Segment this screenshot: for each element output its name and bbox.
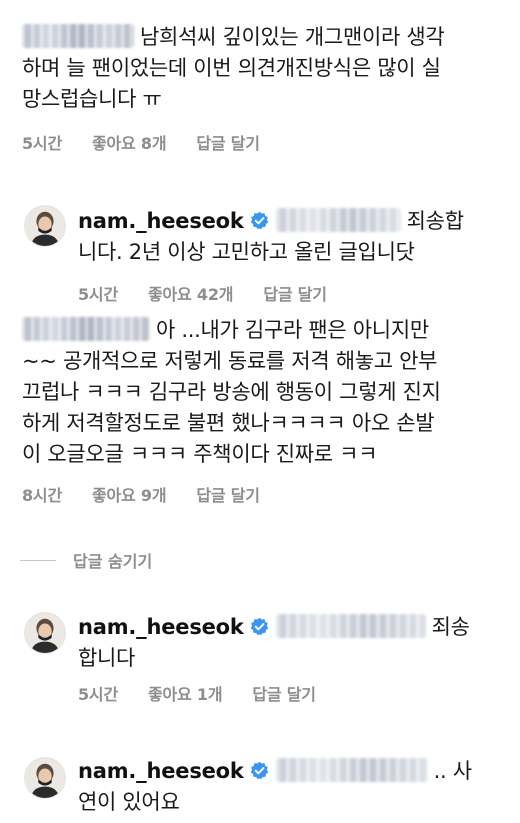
verified-badge-icon: [250, 617, 268, 636]
avatar[interactable]: [24, 205, 66, 247]
blurred-mention: [275, 614, 426, 638]
reply-button[interactable]: 답글 달기: [196, 482, 260, 506]
likes-count[interactable]: 좋아요 1개: [148, 681, 223, 705]
comment-time: 5시간: [78, 285, 118, 304]
reply-text: nam._heeseok 죄송 합니다: [78, 614, 470, 670]
verified-badge-icon: [250, 211, 268, 230]
comment-time: 5시간: [22, 134, 62, 153]
reply-button[interactable]: 답글 달기: [263, 281, 327, 305]
blurred-username: [22, 317, 150, 341]
comment-time: 5시간: [78, 685, 118, 704]
comment-time: 8시간: [22, 486, 62, 505]
reply-text: nam._heeseok.. 사 연이 있어요: [78, 758, 472, 814]
reply-button[interactable]: 답글 달기: [252, 681, 316, 705]
likes-count[interactable]: 좋아요 9개: [92, 482, 167, 506]
comment-meta: 8시간 좋아요 9개 답글 달기: [22, 482, 290, 506]
avatar[interactable]: [24, 757, 66, 799]
likes-count[interactable]: 좋아요 42개: [148, 281, 234, 305]
blurred-mention: [275, 758, 428, 782]
username[interactable]: nam._heeseok: [78, 209, 244, 233]
hide-replies-toggle[interactable]: 답글 숨기기: [20, 548, 152, 572]
avatar[interactable]: [24, 612, 66, 654]
username[interactable]: nam._heeseok: [78, 759, 244, 783]
comment-text: 남희석씨 깊이있는 개그맨이라 생각 하며 늘 팬이었는데 이번 의견개진방식은…: [22, 24, 445, 111]
likes-count[interactable]: 좋아요 8개: [92, 130, 167, 154]
reply-meta: 5시간 좋아요 1개 답글 달기: [78, 681, 346, 705]
comment-meta: 5시간 좋아요 8개 답글 달기: [22, 130, 290, 154]
blurred-mention: [275, 208, 401, 232]
hide-replies-label[interactable]: 답글 숨기기: [73, 548, 152, 572]
blurred-username: [22, 24, 134, 48]
comment-text: 아 ...내가 김구라 팬은 아니지만 ~~ 공개적으로 저렇게 동료를 저격 …: [22, 317, 441, 466]
divider-line: [20, 559, 56, 561]
username[interactable]: nam._heeseok: [78, 615, 244, 639]
verified-badge-icon: [250, 761, 268, 780]
reply-text: nam._heeseok 죄송합 니다. 2년 이상 고민하고 올린 글입니닷: [78, 208, 464, 264]
reply-meta: 5시간 좋아요 42개 답글 달기: [78, 281, 357, 305]
reply-button[interactable]: 답글 달기: [196, 130, 260, 154]
